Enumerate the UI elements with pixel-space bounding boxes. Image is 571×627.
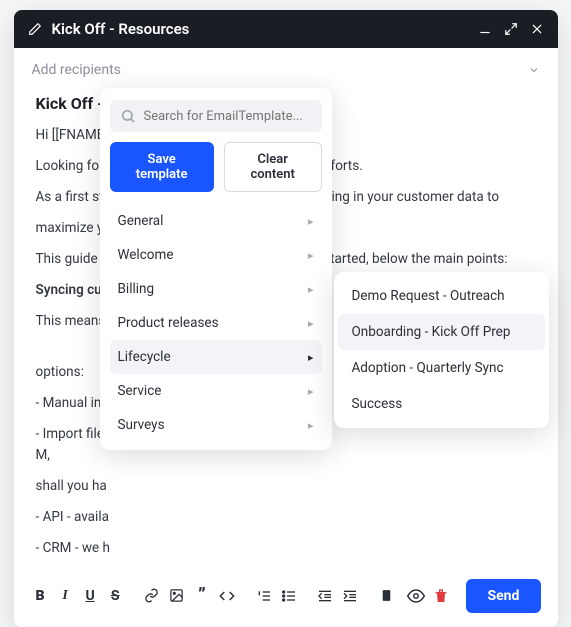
template-search-input[interactable]	[144, 109, 312, 124]
submenu-adoption[interactable]: Adoption - Quarterly Sync	[338, 350, 545, 386]
template-search[interactable]	[110, 100, 322, 132]
link-icon[interactable]	[141, 582, 162, 610]
body-line: - API - availa	[36, 507, 536, 528]
body-line: shall you ha	[36, 476, 536, 497]
template-submenu: Demo Request - Outreach Onboarding - Kic…	[334, 272, 549, 428]
chevron-right-icon: ▸	[308, 283, 314, 296]
titlebar: Kick Off - Resources	[14, 10, 558, 48]
outdent-icon[interactable]	[315, 582, 336, 610]
search-icon	[120, 108, 136, 124]
image-icon[interactable]	[166, 582, 187, 610]
indent-icon[interactable]	[340, 582, 361, 610]
chevron-right-icon: ▸	[308, 317, 314, 330]
editor-toolbar: B I U S ”	[14, 569, 558, 627]
compose-window: Kick Off - Resources Add recipients Kick…	[14, 10, 558, 627]
template-panel: Save template Clear content General▸ Wel…	[100, 88, 332, 450]
bold-button[interactable]: B	[30, 582, 51, 610]
category-general[interactable]: General▸	[110, 204, 322, 238]
underline-button[interactable]: U	[80, 582, 101, 610]
category-billing[interactable]: Billing▸	[110, 272, 322, 306]
submenu-demo-request[interactable]: Demo Request - Outreach	[338, 278, 545, 314]
template-icon[interactable]	[376, 582, 397, 610]
save-template-button[interactable]: Save template	[110, 142, 214, 192]
email-body[interactable]: Kick Off - Resources Hi [[FNAME]] Lookin…	[14, 88, 558, 559]
clear-content-button[interactable]: Clear content	[224, 142, 322, 192]
recipients-placeholder: Add recipients	[32, 62, 528, 78]
edit-icon[interactable]	[28, 22, 42, 36]
recipients-field[interactable]: Add recipients	[14, 48, 558, 88]
category-service[interactable]: Service▸	[110, 374, 322, 408]
category-surveys[interactable]: Surveys▸	[110, 408, 322, 442]
chevron-right-icon: ▸	[308, 385, 314, 398]
chevron-right-icon: ▸	[308, 351, 314, 364]
submenu-onboarding[interactable]: Onboarding - Kick Off Prep	[338, 314, 545, 350]
chevron-right-icon: ▸	[308, 249, 314, 262]
window-title: Kick Off - Resources	[52, 20, 466, 38]
unordered-list-icon[interactable]	[278, 582, 299, 610]
panel-buttons: Save template Clear content	[110, 142, 322, 192]
quote-icon[interactable]: ”	[191, 582, 212, 610]
strike-button[interactable]: S	[105, 582, 126, 610]
minimize-icon[interactable]	[478, 22, 492, 36]
chevron-right-icon: ▸	[308, 419, 314, 432]
chevron-right-icon: ▸	[308, 215, 314, 228]
preview-icon[interactable]	[405, 582, 426, 610]
send-button[interactable]: Send	[466, 579, 542, 613]
ordered-list-icon[interactable]	[253, 582, 274, 610]
chevron-down-icon[interactable]	[528, 64, 540, 76]
delete-icon[interactable]	[430, 582, 451, 610]
category-lifecycle[interactable]: Lifecycle▸	[110, 340, 322, 374]
category-welcome[interactable]: Welcome▸	[110, 238, 322, 272]
close-icon[interactable]	[530, 22, 544, 36]
italic-button[interactable]: I	[55, 582, 76, 610]
submenu-success[interactable]: Success	[338, 386, 545, 422]
category-product-releases[interactable]: Product releases▸	[110, 306, 322, 340]
expand-icon[interactable]	[504, 22, 518, 36]
template-category-list: General▸ Welcome▸ Billing▸ Product relea…	[110, 204, 322, 442]
code-icon[interactable]	[216, 582, 237, 610]
